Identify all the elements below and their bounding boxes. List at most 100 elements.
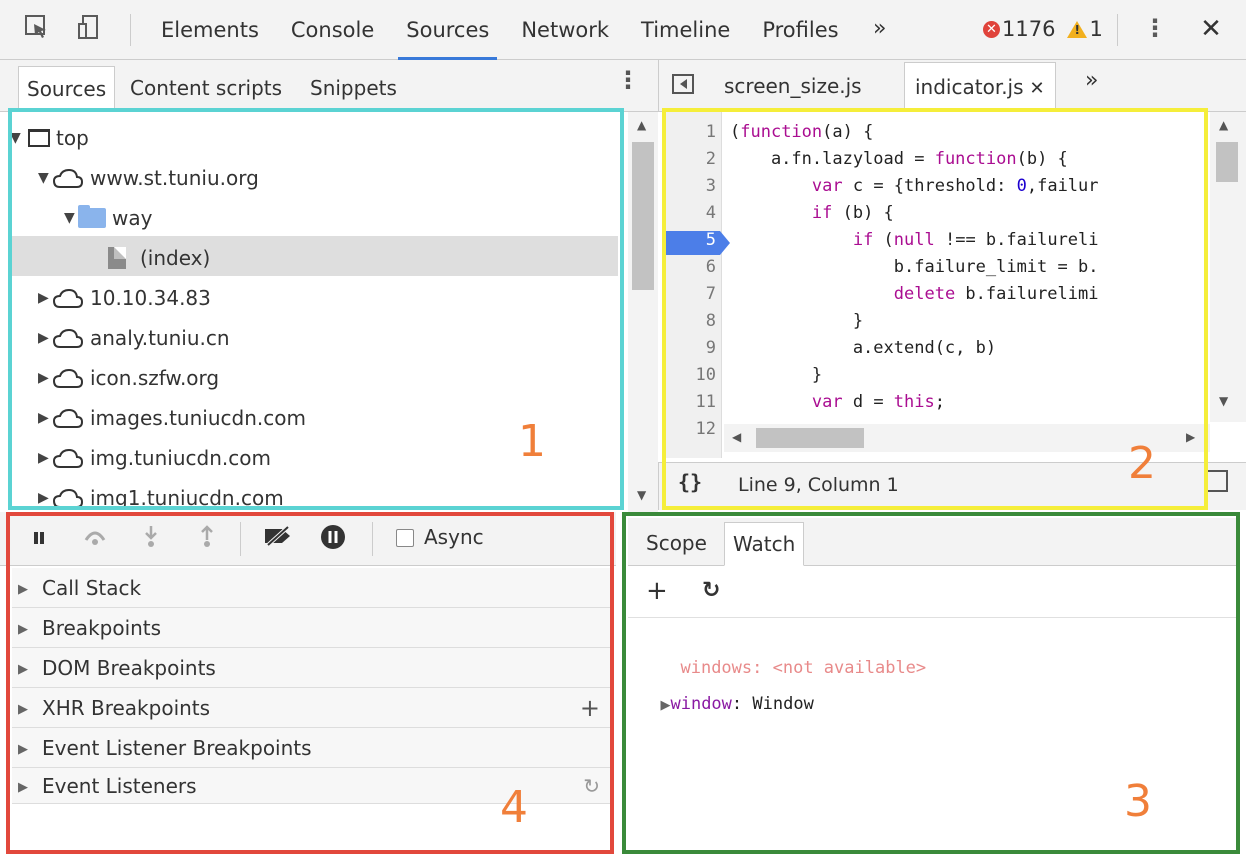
pane-event-listener-breakpoints[interactable]: ▶ Event Listener Breakpoints	[12, 728, 610, 768]
folder-icon	[78, 204, 106, 228]
tab-scope[interactable]: Scope	[638, 522, 715, 566]
tab-console[interactable]: Console	[275, 0, 390, 60]
tree-item-folder[interactable]: ▼ way	[10, 196, 618, 236]
expanded-triangle-icon: ▼	[64, 209, 75, 226]
tree-item-domain[interactable]: ▶ icon.szfw.org	[10, 356, 618, 396]
scroll-up-icon[interactable]: ▲	[637, 118, 646, 132]
scrollbar-thumb[interactable]	[756, 428, 864, 448]
watch-expression[interactable]: ▶window: Window	[640, 662, 813, 714]
scroll-down-icon[interactable]: ▼	[637, 488, 646, 502]
more-tabs-button[interactable]: »	[1085, 68, 1098, 93]
line-number[interactable]: 8	[666, 308, 716, 335]
add-icon[interactable]: +	[580, 688, 600, 728]
code-line: (function(a) {	[730, 122, 874, 142]
tab-network[interactable]: Network	[505, 0, 625, 60]
code-line: if (b) {	[811, 203, 894, 223]
tab-screen-size-js[interactable]: screen_size.js	[714, 62, 872, 112]
scroll-down-icon[interactable]: ▼	[1219, 394, 1228, 408]
tab-elements[interactable]: Elements	[145, 0, 275, 60]
toolbar-divider	[130, 14, 131, 46]
pane-call-stack[interactable]: ▶ Call Stack	[12, 568, 610, 608]
editor-vertical-scrollbar[interactable]: ▲ ▼	[1210, 112, 1246, 422]
device-icon[interactable]	[74, 14, 104, 44]
pane-xhr-breakpoints[interactable]: ▶ XHR Breakpoints +	[12, 688, 610, 728]
watch-header	[628, 518, 1238, 566]
pause-icon[interactable]	[24, 524, 54, 554]
collapsed-triangle-icon: ▶	[38, 449, 49, 466]
toolbar-divider	[240, 522, 241, 556]
line-number[interactable]: 10	[666, 362, 716, 389]
collapsed-triangle-icon: ▶	[38, 369, 49, 386]
kebab-icon[interactable]: ⋮	[1140, 14, 1170, 44]
annotation-number-4: 4	[500, 782, 528, 833]
tab-content-scripts[interactable]: Content scripts	[122, 66, 290, 112]
scroll-up-icon[interactable]: ▲	[1219, 118, 1228, 132]
navigator-toggle-icon[interactable]	[672, 74, 694, 94]
collapsed-triangle-icon: ▶	[38, 489, 49, 506]
scrollbar-thumb[interactable]	[1216, 142, 1238, 182]
tab-sources[interactable]: Sources	[390, 0, 505, 60]
cloud-icon	[52, 288, 84, 308]
tab-watch[interactable]: Watch	[724, 522, 805, 566]
scroll-right-icon[interactable]: ▶	[1186, 430, 1195, 444]
refresh-icon[interactable]: ↻	[583, 768, 600, 804]
tab-sources-navigator[interactable]: Sources	[18, 66, 116, 112]
async-label: Async	[424, 525, 484, 549]
line-number[interactable]: 7	[666, 281, 716, 308]
inspect-icon[interactable]	[22, 14, 52, 44]
tab-profiles[interactable]: Profiles	[746, 0, 854, 60]
step-over-icon[interactable]	[80, 524, 110, 554]
more-tabs-button[interactable]: »	[873, 14, 886, 44]
async-checkbox[interactable]	[396, 529, 414, 547]
tab-indicator-js[interactable]: indicator.js ✕	[904, 62, 1056, 112]
collapsed-triangle-icon: ▶	[18, 701, 28, 717]
step-into-icon[interactable]	[136, 524, 166, 554]
warning-icon: !	[1067, 20, 1088, 38]
line-number[interactable]: 2	[666, 146, 716, 173]
scroll-left-icon[interactable]: ◀	[732, 430, 741, 444]
code-line: a.fn.lazyload = function(b) {	[730, 149, 1068, 169]
line-number[interactable]: 11	[666, 389, 716, 416]
pane-breakpoints[interactable]: ▶ Breakpoints	[12, 608, 610, 648]
pane-dom-breakpoints[interactable]: ▶ DOM Breakpoints	[12, 648, 610, 688]
toolbar-divider	[1117, 14, 1118, 46]
collapsed-triangle-icon: ▶	[38, 289, 49, 306]
code-line: delete b.failurelimi	[893, 284, 1099, 304]
code-line: var c = {threshold: 0,failur	[811, 176, 1099, 196]
code-editor[interactable]: (function(a) { a.fn.lazyload = function(…	[724, 112, 1210, 422]
pretty-print-icon[interactable]: {}	[678, 470, 702, 494]
cloud-icon	[52, 408, 84, 428]
tree-item-domain[interactable]: ▼ www.st.tuniu.org	[10, 156, 618, 196]
pause-on-exceptions-icon[interactable]	[318, 524, 348, 554]
refresh-icon[interactable]: ↻	[702, 576, 720, 606]
line-number[interactable]: 9	[666, 335, 716, 362]
collapsed-triangle-icon: ▶	[18, 581, 28, 597]
kebab-icon[interactable]: ⋮	[616, 66, 640, 94]
line-number[interactable]: 1	[666, 119, 716, 146]
line-number[interactable]: 12	[666, 416, 716, 443]
deactivate-breakpoints-icon[interactable]	[262, 524, 292, 554]
line-number[interactable]: 3	[666, 173, 716, 200]
tab-snippets[interactable]: Snippets	[302, 66, 405, 112]
tab-timeline[interactable]: Timeline	[625, 0, 746, 60]
line-number[interactable]: 5	[666, 227, 716, 254]
drawer-toggle-icon[interactable]	[1206, 470, 1228, 492]
line-number[interactable]: 6	[666, 254, 716, 281]
close-icon[interactable]: ✕	[1196, 14, 1226, 44]
scrollbar-thumb[interactable]	[632, 142, 654, 290]
tree-item-file[interactable]: (index)	[10, 236, 618, 276]
collapsed-triangle-icon: ▶	[18, 741, 28, 757]
line-number[interactable]: 4	[666, 200, 716, 227]
error-count: 1176	[1002, 17, 1056, 41]
error-warning-counter[interactable]: ✕ 1176 ! 1	[983, 14, 1103, 44]
tree-item-domain[interactable]: ▶ 10.10.34.83	[10, 276, 618, 316]
watch-expression[interactable]: windows: <not available>	[660, 626, 926, 678]
tree-item-domain[interactable]: ▶ analy.tuniu.cn	[10, 316, 618, 356]
cloud-icon	[52, 488, 84, 508]
close-icon[interactable]: ✕	[1030, 78, 1045, 99]
add-icon[interactable]: +	[646, 576, 668, 606]
tree-scrollbar[interactable]: ▲ ▼	[628, 112, 658, 512]
step-out-icon[interactable]	[192, 524, 222, 554]
tree-item-top[interactable]: ▼ top	[10, 116, 618, 156]
tree-item-domain[interactable]: ▶ img1.tuniucdn.com	[10, 476, 618, 512]
